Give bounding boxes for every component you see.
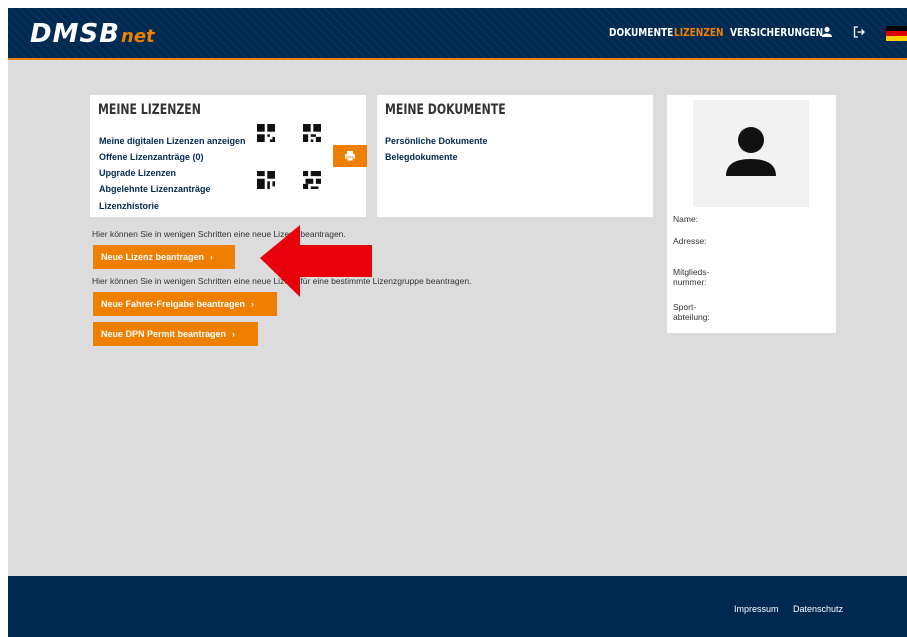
neue-dpn-permit-button[interactable]: Neue DPN Permit beantragen › bbox=[93, 322, 258, 346]
red-arrow-annotation bbox=[260, 225, 372, 297]
nav-lizenzen[interactable]: LIZENZEN bbox=[674, 26, 724, 39]
dmsb-net-logo[interactable]: DMSB net bbox=[30, 19, 155, 49]
name-label: Name: bbox=[673, 214, 699, 224]
sportabteilung-label-line1: Sport- bbox=[673, 302, 697, 312]
logout-icon[interactable] bbox=[852, 25, 866, 39]
meine-dokumente-title: MEINE DOKUMENTE bbox=[385, 102, 506, 118]
german-flag-icon[interactable] bbox=[886, 26, 907, 41]
nav-dokumente[interactable]: DOKUMENTE bbox=[609, 26, 673, 39]
neue-fahrer-freigabe-button-label: Neue Fahrer-Freigabe beantragen bbox=[101, 299, 246, 309]
qr-code-icon bbox=[303, 171, 321, 189]
top-header: DMSB net DOKUMENTE LIZENZEN VERSICHERUNG… bbox=[8, 8, 907, 58]
link-belegdokumente[interactable]: Belegdokumente bbox=[385, 152, 458, 162]
header-accent-line bbox=[8, 58, 907, 60]
print-button[interactable] bbox=[333, 145, 367, 167]
logo-net-text: net bbox=[121, 26, 155, 47]
user-icon[interactable] bbox=[820, 25, 834, 39]
page-frame: DMSB net DOKUMENTE LIZENZEN VERSICHERUNG… bbox=[8, 8, 907, 637]
qr-code-icon bbox=[257, 171, 275, 189]
footer: Impressum Datenschutz bbox=[8, 576, 907, 637]
link-digitale-lizenzen[interactable]: Meine digitalen Lizenzen anzeigen bbox=[99, 136, 246, 146]
meine-lizenzen-title: MEINE LIZENZEN bbox=[98, 102, 201, 118]
adresse-label: Adresse: bbox=[673, 236, 707, 246]
footer-link-datenschutz[interactable]: Datenschutz bbox=[793, 604, 843, 614]
qr-code-icon bbox=[257, 124, 275, 142]
neue-dpn-permit-button-label: Neue DPN Permit beantragen bbox=[101, 329, 227, 339]
logo-main-text: DMSB bbox=[30, 19, 120, 49]
mitgliedsnummer-label-line2: nummer: bbox=[673, 277, 707, 287]
link-lizenzhistorie[interactable]: Lizenzhistorie bbox=[99, 201, 159, 211]
neue-fahrer-freigabe-button[interactable]: Neue Fahrer-Freigabe beantragen › bbox=[93, 292, 277, 316]
link-persoenliche-dokumente[interactable]: Persönliche Dokumente bbox=[385, 136, 488, 146]
avatar bbox=[693, 100, 809, 207]
footer-link-impressum[interactable]: Impressum bbox=[734, 604, 779, 614]
mitgliedsnummer-label-line1: Mitglieds- bbox=[673, 267, 710, 277]
sportabteilung-label-line2: abteilung: bbox=[673, 312, 710, 322]
link-abgelehnte-lizenzantraege[interactable]: Abgelehnte Lizenzanträge bbox=[99, 184, 211, 194]
chevron-right-icon: › bbox=[251, 299, 255, 309]
printer-icon bbox=[345, 151, 355, 162]
chevron-right-icon: › bbox=[232, 329, 236, 339]
nav-versicherungen[interactable]: VERSICHERUNGEN bbox=[730, 26, 823, 39]
meine-lizenzen-card: MEINE LIZENZEN Meine digitalen Lizenzen … bbox=[90, 95, 367, 217]
neue-lizenz-button[interactable]: Neue Lizenz beantragen › bbox=[93, 245, 235, 269]
person-icon bbox=[726, 127, 776, 176]
neue-lizenz-button-label: Neue Lizenz beantragen bbox=[101, 252, 205, 262]
qr-code-icon bbox=[303, 124, 321, 142]
link-upgrade-lizenzen[interactable]: Upgrade Lizenzen bbox=[99, 168, 176, 178]
meine-dokumente-card: MEINE DOKUMENTE Persönliche Dokumente Be… bbox=[377, 95, 653, 217]
chevron-right-icon: › bbox=[210, 252, 214, 262]
profile-card: Name: Adresse: Mitglieds- nummer: Sport-… bbox=[667, 95, 836, 333]
link-offene-lizenzantraege[interactable]: Offene Lizenzanträge (0) bbox=[99, 152, 204, 162]
